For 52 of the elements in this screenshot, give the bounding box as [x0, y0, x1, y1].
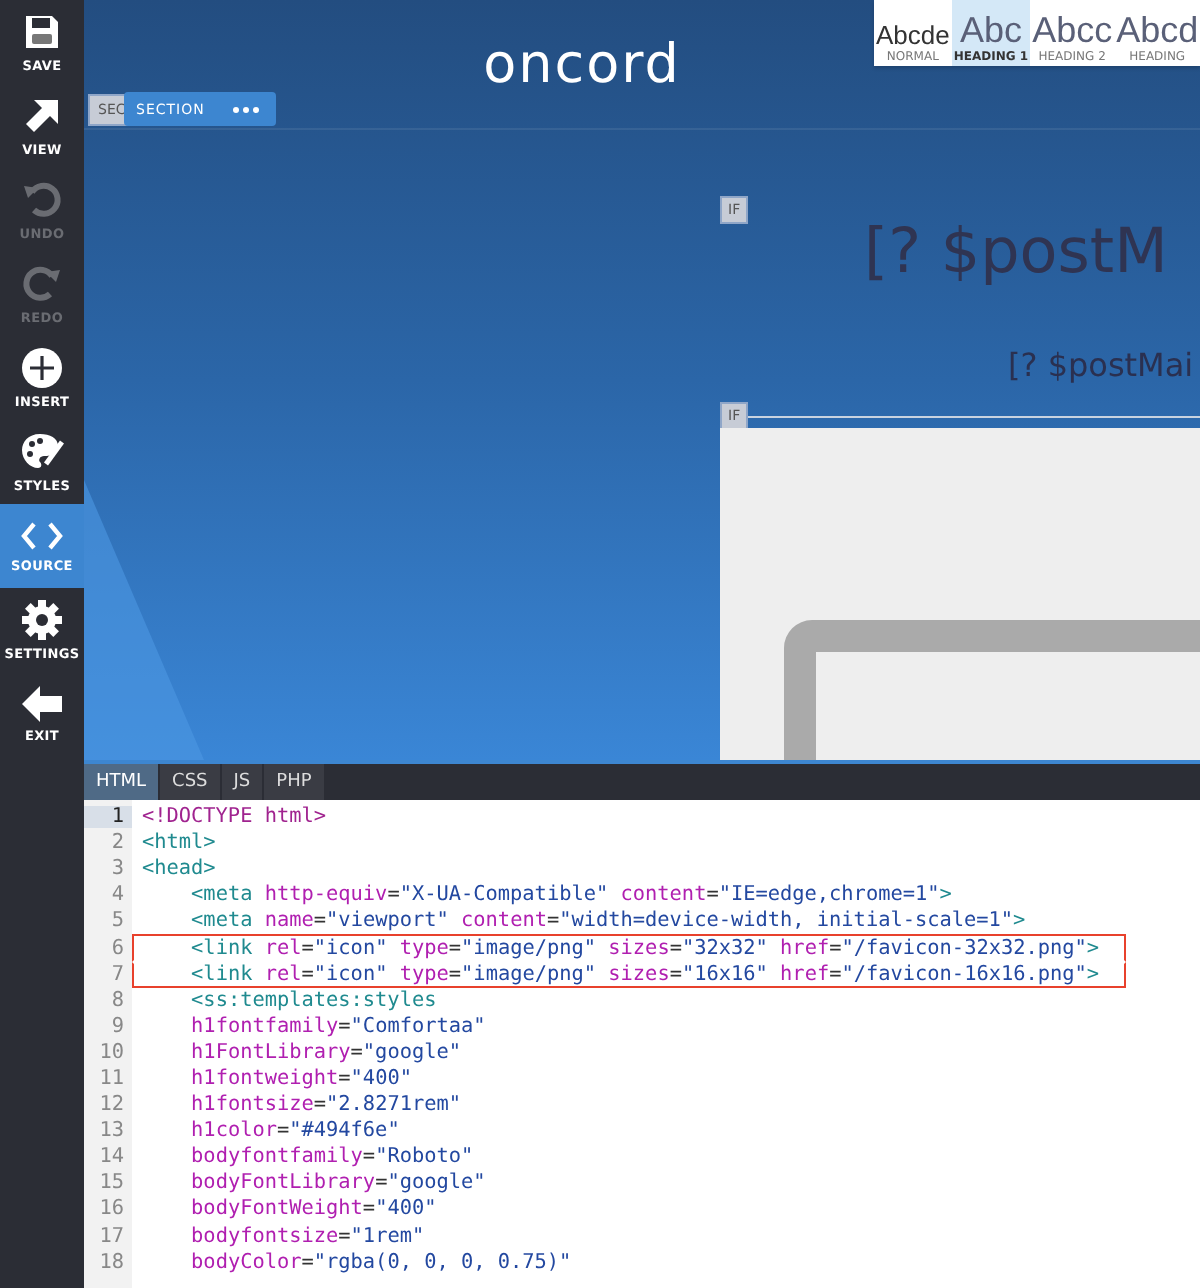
code-line: h1color="#494f6e"	[189, 1118, 402, 1145]
code-line: h1FontLibrary="google"	[189, 1039, 463, 1066]
line-number: 2	[109, 832, 126, 855]
code-line: <html>	[140, 830, 218, 857]
code-line: h1fontsize="2.8271rem"	[189, 1092, 463, 1119]
code-line: bodyFontWeight="400"	[189, 1196, 439, 1223]
arrow-left-icon	[22, 685, 62, 721]
line-number: 5	[109, 910, 126, 933]
code-line: h1fontweight="400"	[189, 1065, 414, 1093]
code-line: <meta http-equiv="X-UA-Compatible" content="IE=edge,chrome=1">	[189, 882, 954, 909]
palette-icon	[20, 431, 64, 471]
line-number: 12	[97, 1094, 126, 1117]
more-dots-icon[interactable]	[232, 105, 260, 113]
code-brackets-icon	[20, 519, 64, 551]
editor-tab[interactable]: CSS	[160, 764, 220, 800]
line-number: 18	[97, 1251, 126, 1274]
redo-icon	[22, 263, 62, 303]
editor-tab[interactable]: PHP	[264, 764, 324, 800]
editor-tab[interactable]: HTML	[84, 764, 159, 800]
logo-text: oncord	[483, 33, 681, 95]
line-number: 16	[97, 1198, 126, 1221]
line-number: 11	[97, 1067, 126, 1090]
code-line: <link rel="icon" type="image/png" sizes="32x32" href="/favicon-32x32.png">	[132, 934, 1126, 962]
line-number: 13	[97, 1120, 126, 1143]
line-number: 10	[97, 1041, 126, 1064]
code-line: <head>	[140, 856, 218, 883]
code-line: <link rel="icon" type="image/png" sizes="16x16" href="/favicon-16x16.png">	[132, 961, 1126, 988]
code-line: h1fontfamily="Comfortaa"	[189, 1013, 488, 1040]
line-number: 9	[109, 1015, 126, 1038]
line-number: 15	[97, 1172, 126, 1195]
line-number: 3	[109, 858, 126, 881]
line-number: 1	[84, 806, 132, 829]
code-line: bodyFontLibrary="google"	[189, 1170, 488, 1197]
code-line: bodyColor="rgba(0, 0, 0, 0.75)"	[189, 1249, 574, 1276]
code-line: bodyfontsize="1rem"	[189, 1223, 427, 1250]
plus-circle-icon	[22, 347, 62, 387]
line-number: 7	[109, 963, 126, 986]
arrow-up-right-icon	[22, 95, 62, 135]
line-number: 4	[109, 884, 126, 907]
line-number: 6	[109, 937, 126, 960]
code-line: <!DOCTYPE html>	[140, 804, 329, 831]
line-number: 14	[97, 1146, 126, 1169]
undo-icon	[22, 179, 62, 219]
code-line: <ss:templates:styles	[189, 987, 439, 1014]
code-line: <meta name="viewport" content="width=device-width, initial-scale=1">	[189, 908, 1028, 935]
heading-text: [? $postM	[864, 216, 1168, 288]
line-number: 17	[97, 1225, 126, 1248]
subheading-text: [? $postMai	[1008, 346, 1194, 384]
code-line: bodyfontfamily="Roboto"	[189, 1144, 476, 1171]
settings-icon	[22, 599, 62, 639]
editor-tab[interactable]: JS	[221, 764, 263, 800]
line-number: 8	[109, 989, 126, 1012]
